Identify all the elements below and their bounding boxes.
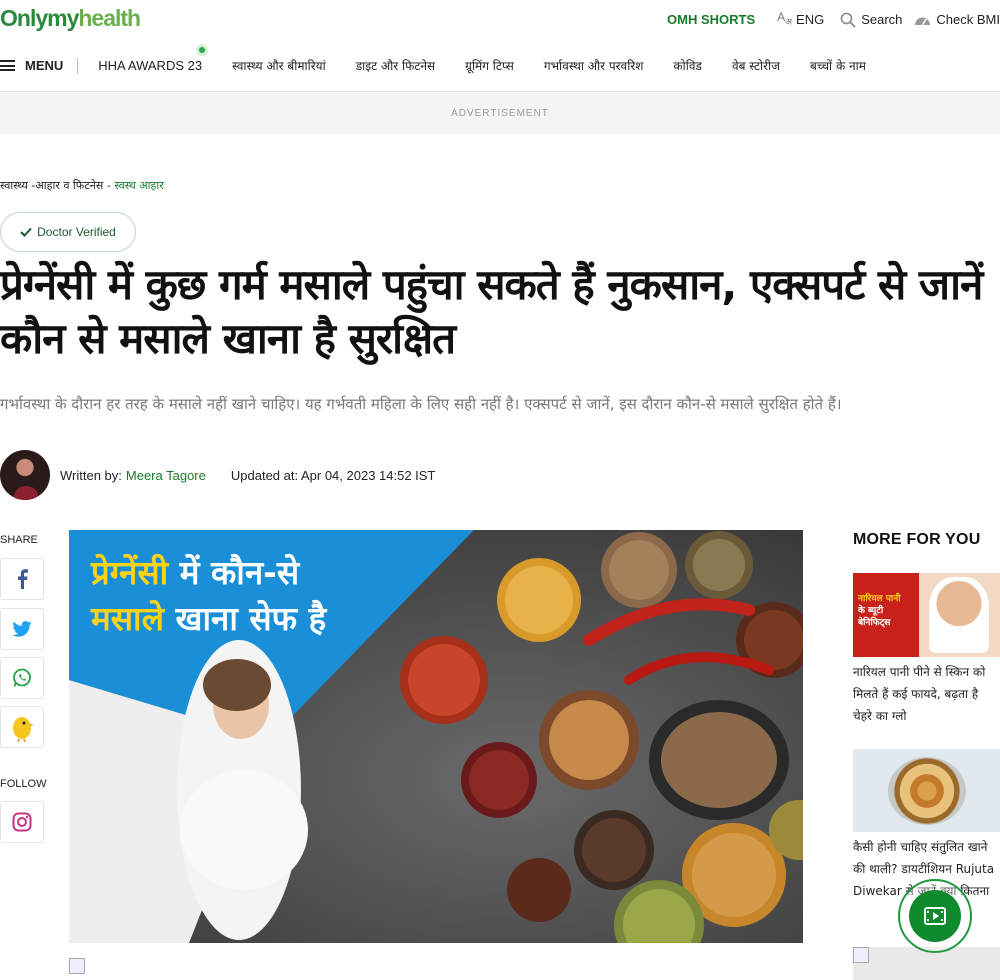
koo-bird-icon [13,717,34,742]
facebook-share-button[interactable] [0,558,44,600]
model-photo [929,577,989,653]
search-button[interactable]: Search [840,12,902,28]
more-for-you-title: MORE FOR YOU [853,531,981,548]
whatsapp-share-button[interactable] [0,657,44,699]
checkmark-icon [20,227,32,237]
main-nav: MENU HHA AWARDS 23 स्वास्थ्य और बीमारिया… [0,40,1000,92]
breadcrumb-parent[interactable]: स्वास्थ्य -आहार व फिटनेस [0,179,103,192]
story-link-coconut-water[interactable]: नारियल पानी पीने से स्किन को मिलते हैं क… [853,661,1000,727]
omh-shorts-link[interactable]: OMH SHORTS [667,12,755,27]
live-dot-icon [196,44,209,56]
nav-item-baby-names[interactable]: बच्चों के नाम [810,57,866,74]
nav-item-web-stories[interactable]: वेब स्टोरीज [732,57,780,74]
article-headline: प्रेग्नेंसी में कुछ गर्म मसाले पहुंचा सक… [0,260,983,363]
nav-item-grooming[interactable]: ग्रूमिंग टिप्स [465,57,514,74]
language-switch[interactable]: Aअ ENG [777,10,825,28]
check-bmi-label: Check BMI [936,12,1000,28]
breadcrumb: स्वास्थ्य -आहार व फिटनेस - स्वस्थ आहार [0,178,164,193]
language-label: ENG [796,12,825,28]
nav-items: HHA AWARDS 23 स्वास्थ्य और बीमारियां डाइ… [98,44,896,74]
top-bar: Onlymyhealth OMH SHORTS Aअ ENG Search Ch… [0,0,1000,40]
breadcrumb-current[interactable]: स्वस्थ आहार [114,179,163,192]
share-label: SHARE [0,534,38,546]
twitter-share-button[interactable] [0,608,44,650]
search-label: Search [861,12,903,28]
story-thumbnail-thali[interactable] [853,749,1000,832]
doctor-verified-label: Doctor Verified [37,225,116,239]
koo-share-button[interactable] [0,706,44,748]
search-icon [840,12,856,28]
check-bmi-button[interactable]: Check BMI [914,12,1000,27]
gauge-icon [915,17,931,26]
nav-item-health[interactable]: स्वास्थ्य और बीमारियां [232,57,326,74]
nav-item-covid[interactable]: कोविड [673,57,702,74]
whatsapp-icon [13,668,31,687]
hero-image: प्रेग्नेंसी में कौन-से मसाले खाना सेफ है [69,530,803,943]
advertisement-label: ADVERTISEMENT [451,108,549,119]
site-logo[interactable]: Onlymyhealth [0,5,141,32]
author-link[interactable]: Meera Tagore [126,468,206,483]
author-avatar[interactable] [0,450,50,500]
top-actions: OMH SHORTS Aअ ENG Search Check BMI [667,10,1000,28]
hamburger-icon [0,60,15,71]
instagram-icon [12,812,32,832]
nav-item-pregnancy[interactable]: गर्भावस्था और परवरिश [544,57,644,74]
facebook-icon [18,569,28,589]
broken-image-icon [69,958,85,974]
thali-plate-photo [888,757,966,825]
hero-caption: प्रेग्नेंसी में कौन-से मसाले खाना सेफ है [91,553,327,638]
instagram-follow-button[interactable] [0,801,44,843]
twitter-icon [12,621,32,637]
article-summary: गर्भावस्था के दौरान हर तरह के मसाले नहीं… [0,395,842,413]
film-play-icon [924,907,946,925]
written-by-label: Written by: [60,467,122,483]
nav-item-diet-fitness[interactable]: डाइट और फिटनेस [356,57,435,74]
advertisement-slot: ADVERTISEMENT [0,92,1000,134]
language-icon: Aअ [777,10,793,27]
article-byline: Written by: Meera Tagore Updated at: Apr… [0,450,435,500]
menu-label: MENU [25,58,64,73]
follow-label: FOLLOW [0,778,47,790]
doctor-verified-badge[interactable]: Doctor Verified [0,212,136,252]
nav-item-hha-awards[interactable]: HHA AWARDS 23 [98,44,209,73]
breadcrumb-separator: - [103,179,115,192]
thumbnail-caption: नारियल पानी के ब्यूटी बेनिफिट्स [858,594,901,628]
updated-at: Updated at: Apr 04, 2023 14:52 IST [230,467,436,483]
broken-image-icon [853,947,869,963]
video-shorts-floating-button[interactable] [898,879,972,953]
story-thumbnail-coconut-water[interactable]: नारियल पानी के ब्यूटी बेनिफिट्स [853,573,1000,657]
menu-button[interactable]: MENU [0,57,79,74]
